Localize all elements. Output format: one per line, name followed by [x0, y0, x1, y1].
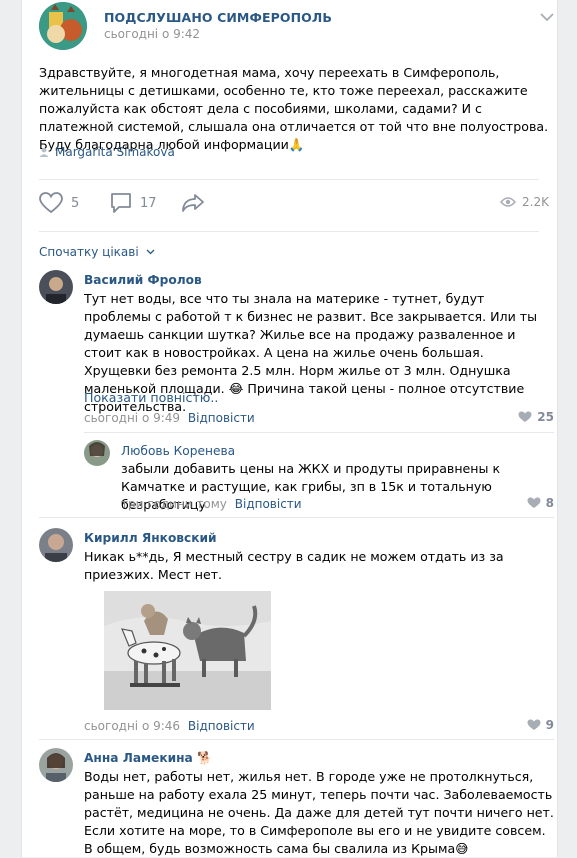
divider [39, 231, 539, 232]
comment-time[interactable]: три години тому [121, 497, 227, 511]
reply-button[interactable]: Відповісти [188, 719, 255, 733]
comment-text: Никак ь**дь, Я местный сестру в садик не… [84, 549, 504, 582]
comment-meta: три години тому Відповісти [121, 497, 302, 511]
views-count: 2.2K [522, 195, 549, 209]
post-text: Здравствуйте, я многодетная мама, хочу п… [39, 65, 549, 152]
user-icon [39, 147, 49, 157]
comment-author[interactable]: Анна Ламекина 🐕 [84, 751, 212, 765]
post-card: ПОДСЛУШАНО СИМФЕРОПОЛЬ сьогодні о 9:42 З… [21, 0, 558, 857]
like-button[interactable]: 5 [39, 192, 79, 214]
group-name[interactable]: ПОДСЛУШАНО СИМФЕРОПОЛЬ [104, 10, 332, 25]
comment: Кирилл Янковский Никак ь**дь, Я местный … [39, 528, 554, 738]
comment-time[interactable]: сьогодні о 9:46 [84, 719, 180, 733]
post-header: ПОДСЛУШАНО СИМФЕРОПОЛЬ сьогодні о 9:42 [39, 0, 554, 50]
comment-reply: Любовь Коренева забыли добавить цены на … [84, 440, 554, 515]
comment-time[interactable]: сьогодні о 9:49 [84, 411, 180, 425]
heart-icon [527, 719, 541, 730]
comment-like-button[interactable]: 8 [527, 496, 554, 510]
post-actions: 5 17 2.2K [39, 192, 554, 218]
heart-icon [527, 497, 541, 508]
comment-text: Воды нет, работы нет, жилья нет. В город… [84, 769, 554, 856]
comment-count: 17 [140, 195, 157, 211]
heart-icon [518, 411, 532, 422]
signer-name[interactable]: Margarita Simakova [55, 145, 175, 159]
divider [84, 432, 554, 433]
comment-icon [111, 193, 131, 213]
sort-label[interactable]: Спочатку цікаві [39, 245, 139, 259]
post-signer[interactable]: Margarita Simakova [39, 145, 175, 159]
comment-like-count: 8 [545, 496, 554, 510]
comment: Василий Фролов Тут нет воды, все что ты … [39, 270, 554, 430]
avatar[interactable] [39, 528, 73, 562]
heart-icon [39, 192, 63, 214]
views-counter: 2.2K [500, 195, 549, 209]
group-avatar[interactable] [39, 2, 87, 50]
avatar[interactable] [84, 440, 110, 466]
share-button[interactable] [181, 192, 205, 214]
comment-like-button[interactable]: 9 [527, 718, 554, 732]
like-count: 5 [71, 195, 80, 211]
sort-dropdown[interactable]: Спочатку цікаві [39, 245, 155, 259]
chevron-down-icon[interactable] [540, 12, 554, 22]
reply-button[interactable]: Відповісти [188, 411, 255, 425]
comment-author[interactable]: Любовь Коренева [121, 444, 235, 458]
post-time[interactable]: сьогодні о 9:42 [104, 27, 200, 41]
comment: Анна Ламекина 🐕 Воды нет, работы нет, жи… [39, 748, 554, 857]
divider [39, 739, 554, 740]
comment-like-count: 9 [545, 718, 554, 732]
chevron-down-icon [146, 249, 154, 255]
reply-button[interactable]: Відповісти [235, 497, 302, 511]
avatar[interactable] [39, 748, 73, 782]
show-more-link[interactable]: Показати повністю.. [84, 390, 218, 405]
comment-author[interactable]: Кирилл Янковский [84, 531, 217, 545]
share-icon [182, 194, 204, 212]
avatar[interactable] [39, 270, 73, 304]
eye-icon [500, 197, 517, 207]
divider [39, 179, 539, 180]
attached-photo[interactable] [104, 591, 271, 710]
comment-author[interactable]: Василий Фролов [84, 273, 202, 287]
comment-like-button[interactable]: 25 [518, 410, 554, 424]
comment-like-count: 25 [537, 410, 554, 424]
comment-button[interactable]: 17 [110, 192, 157, 214]
comment-meta: сьогодні о 9:46 Відповісти [84, 719, 255, 733]
comment-meta: сьогодні о 9:49 Відповісти [84, 411, 255, 425]
divider [39, 517, 554, 518]
